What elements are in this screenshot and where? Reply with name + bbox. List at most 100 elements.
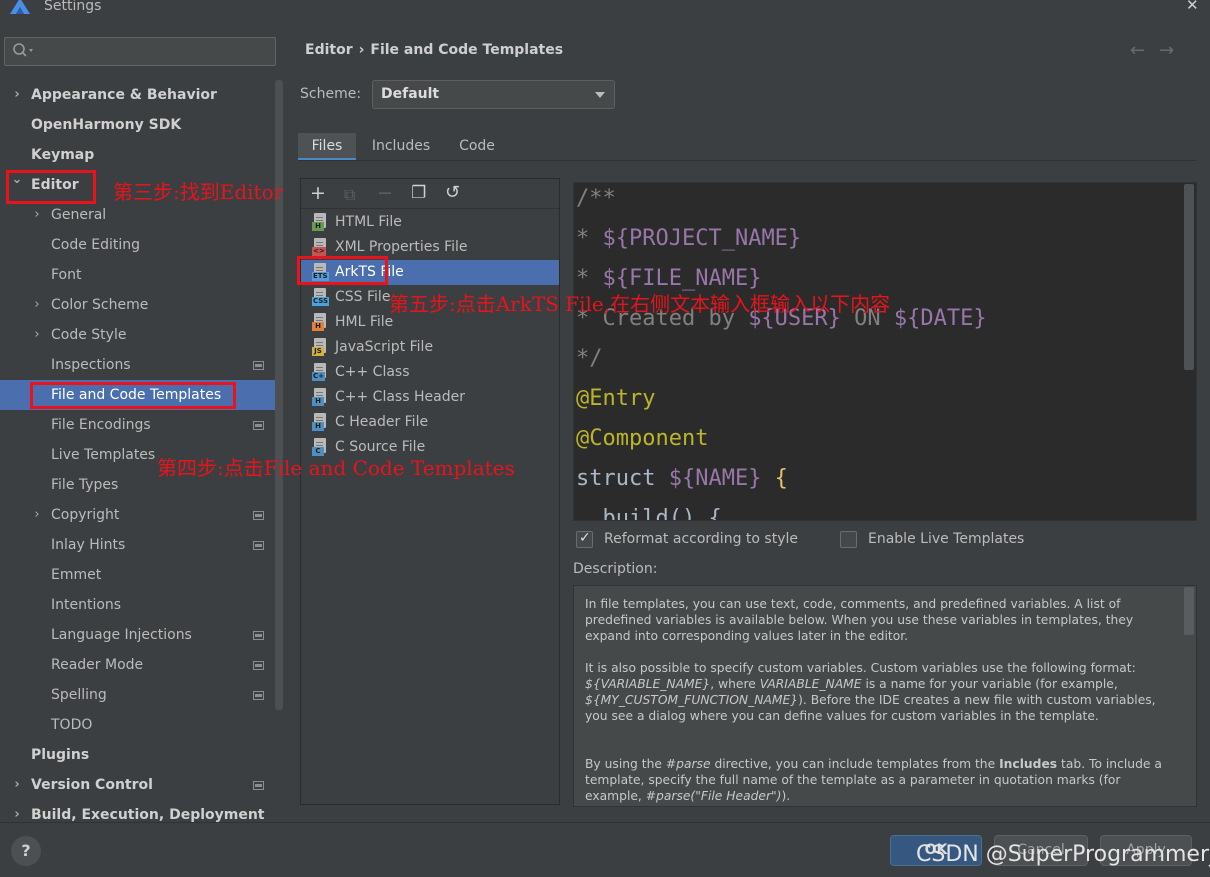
sidebar-item-label: Inspections [51,357,131,373]
add-icon[interactable]: + [310,182,326,204]
tabs-divider [298,160,1197,161]
project-scope-icon [253,631,264,640]
help-button[interactable]: ? [11,836,41,866]
remove-icon[interactable]: − [377,182,393,204]
tab-includes[interactable]: Includes [364,133,438,161]
search-icon [13,43,33,57]
footer-divider [0,822,1210,823]
sidebar-item-version-control[interactable]: › Version Control [0,770,276,800]
desc-text: By using the [585,757,666,771]
file-template-icon: C+ [312,363,330,382]
code-comment: /** [576,186,616,211]
sidebar-item-inspections[interactable]: Inspections [0,350,276,380]
chevron-right-icon[interactable]: › [10,80,24,110]
sidebar-item-build-execution-deployment[interactable]: › Build, Execution, Deployment [0,800,276,830]
reformat-label: Reformat according to style [604,531,798,547]
annotation-step5: 第五步:点击ArkTS File,在右侧文本输入框输入以下内容 [389,292,891,316]
file-type-badge: H [312,322,324,331]
sidebar-item-label: File Encodings [51,417,151,433]
code-annotation: Entry [589,386,656,411]
watermark: CSDN @SuperProgrammer_ [916,842,1210,867]
desc-italic: #parse("File Header") [645,789,782,803]
file-type-badge: CSS [312,297,330,306]
add-child-icon[interactable]: ⧉ [344,185,355,205]
checkbox-unchecked[interactable] [840,531,857,548]
sidebar-item-keymap[interactable]: Keymap [0,140,276,170]
template-item-label: CSS File [335,289,391,305]
sidebar-item-label: File Types [51,477,119,493]
desc-text: ). [781,789,791,803]
sidebar-item-emmet[interactable]: Emmet [0,560,276,590]
sidebar-item-spelling[interactable]: Spelling [0,680,276,710]
sidebar-item-code-editing[interactable]: Code Editing [0,230,276,260]
template-item-c-header-file[interactable]: H C Header File [301,410,559,435]
sidebar-item-intentions[interactable]: Intentions [0,590,276,620]
scheme-label: Scheme: [300,86,362,102]
file-template-icon: H [312,413,330,432]
annotation-step3: 第三步:找到Editor [113,180,284,204]
breadcrumb: Editor › File and Code Templates [305,42,563,58]
search-field[interactable] [35,41,271,62]
sidebar-item-label: Emmet [51,567,102,583]
file-type-badge: C+ [312,372,326,381]
sidebar-item-file-encodings[interactable]: File Encodings [0,410,276,440]
reset-icon[interactable]: ↺ [445,182,460,203]
sidebar-item-color-scheme[interactable]: › Color Scheme [0,290,276,320]
sidebar-item-code-style[interactable]: › Code Style [0,320,276,350]
close-icon[interactable]: ✕ [1186,0,1199,14]
template-item-c-class-header[interactable]: H C++ Class Header [301,385,559,410]
chevron-right-icon[interactable]: › [10,770,24,800]
sidebar-item-plugins[interactable]: Plugins [0,740,276,770]
sidebar-item-todo[interactable]: TODO [0,710,276,740]
file-template-icon: JS [312,338,330,357]
annotation-step4: 第四步:点击File and Code Templates [157,456,515,480]
sidebar-item-copyright[interactable]: › Copyright [0,500,276,530]
back-arrow-icon[interactable]: ← [1130,40,1159,61]
file-type-badge: H [312,397,324,406]
code-line: build() { [576,499,721,520]
chevron-right-icon[interactable]: › [30,500,44,530]
tab-code[interactable]: Code [448,133,506,161]
desc-italic: ${VARIABLE_NAME} [585,677,711,691]
description-paragraph: By using the #parse directive, you can i… [585,756,1165,804]
sidebar-item-label: Language Injections [51,627,192,643]
template-item-html-file[interactable]: H HTML File [301,210,559,235]
sidebar-item-font[interactable]: Font [0,260,276,290]
sidebar-item-reader-mode[interactable]: Reader Mode [0,650,276,680]
sidebar-scrollbar[interactable] [275,80,283,710]
template-item-c-class[interactable]: C+ C++ Class [301,360,559,385]
sidebar-item-openharmony-sdk[interactable]: OpenHarmony SDK [0,110,276,140]
scheme-dropdown[interactable]: Default [372,80,615,109]
sidebar-item-language-injections[interactable]: Language Injections [0,620,276,650]
checkbox-checked[interactable] [576,530,593,548]
sidebar-item-label: Appearance & Behavior [31,87,217,103]
project-scope-icon [253,511,264,520]
code-line: */ [576,339,603,379]
tab-files[interactable]: Files [298,133,356,161]
chevron-right-icon[interactable]: › [30,290,44,320]
chevron-right-icon[interactable]: › [30,320,44,350]
template-editor[interactable]: /** * ${PROJECT_NAME} * ${FILE_NAME} * C… [573,182,1197,521]
chevron-right-icon[interactable]: › [30,200,44,230]
description-scrollbar[interactable] [1184,587,1194,635]
sidebar-item-label: General [51,207,107,223]
project-scope-icon [253,541,264,550]
code-annotation: Component [589,426,709,451]
sidebar-item-appearance-behavior[interactable]: › Appearance & Behavior [0,80,276,110]
code-variable: ${DATE} [893,306,987,331]
template-item-label: HTML File [335,214,402,230]
forward-arrow-icon[interactable]: → [1159,40,1188,61]
sidebar-item-inlay-hints[interactable]: Inlay Hints [0,530,276,560]
app-logo-icon [10,0,30,14]
project-scope-icon [253,661,264,670]
copy-icon[interactable]: ❐ [411,183,426,203]
sidebar-item-label: Intentions [51,597,122,613]
editor-scrollbar[interactable] [1184,184,1194,370]
template-toolbar: + ⧉ − ❐ ↺ [301,179,559,209]
file-type-badge: <> [312,247,326,256]
settings-search-input[interactable] [4,37,276,66]
code-variable: ${NAME} [668,466,762,491]
chevron-right-icon[interactable]: › [10,800,24,830]
template-item-javascript-file[interactable]: JS JavaScript File [301,335,559,360]
scheme-value: Default [381,86,440,102]
